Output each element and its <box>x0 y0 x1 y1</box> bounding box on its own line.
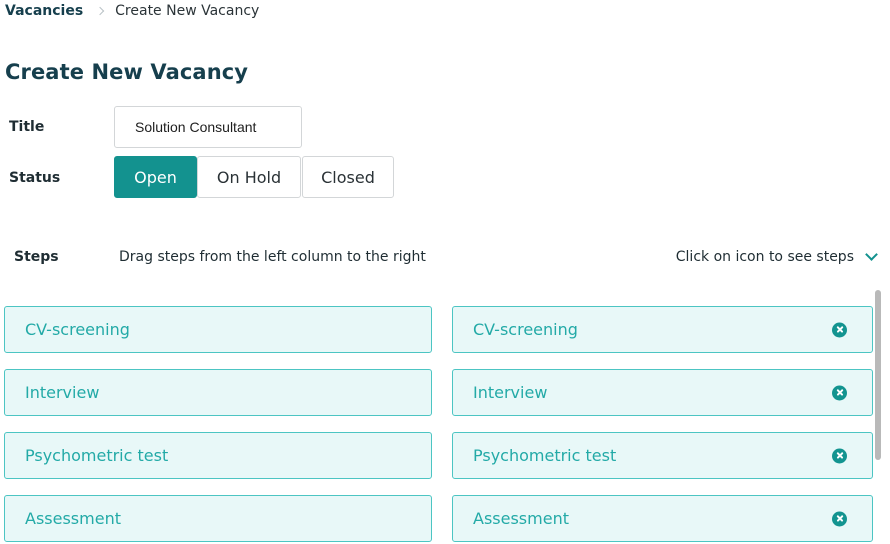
breadcrumb: Vacancies Create New Vacancy <box>5 2 259 20</box>
selected-step[interactable]: Assessment <box>452 495 873 542</box>
status-closed-button[interactable]: Closed <box>302 156 394 198</box>
close-circle-icon[interactable] <box>832 322 847 337</box>
step-label: Psychometric test <box>473 446 617 465</box>
step-label: Psychometric test <box>25 446 169 465</box>
chevron-right-icon <box>95 6 105 16</box>
steps-hint: Drag steps from the left column to the r… <box>119 249 426 265</box>
step-label: Interview <box>473 383 548 402</box>
breadcrumb-current: Create New Vacancy <box>115 3 260 19</box>
step-label: CV-screening <box>473 320 578 339</box>
selected-step[interactable]: CV-screening <box>452 306 873 353</box>
title-input[interactable] <box>114 106 302 148</box>
selected-step[interactable]: Psychometric test <box>452 432 873 479</box>
vertical-scrollbar[interactable] <box>875 290 881 460</box>
steps-label: Steps <box>14 249 59 265</box>
available-step[interactable]: CV-screening <box>4 306 432 353</box>
step-label: CV-screening <box>25 320 130 339</box>
selected-step[interactable]: Interview <box>452 369 873 416</box>
step-label: Assessment <box>25 509 121 528</box>
step-label: Assessment <box>473 509 569 528</box>
selected-steps-column: CV-screening Interview Psychometric test… <box>452 306 873 544</box>
available-step[interactable]: Psychometric test <box>4 432 432 479</box>
steps-toggle-label: Click on icon to see steps <box>675 249 854 265</box>
available-steps-column: CV-screening Interview Psychometric test… <box>4 306 432 544</box>
title-label: Title <box>9 119 45 135</box>
steps-toggle[interactable]: Click on icon to see steps <box>675 247 878 265</box>
status-toggle-group: Open On Hold Closed <box>114 156 394 198</box>
step-label: Interview <box>25 383 100 402</box>
status-on-hold-button[interactable]: On Hold <box>197 156 301 198</box>
status-open-button[interactable]: Open <box>114 156 197 198</box>
close-circle-icon[interactable] <box>832 448 847 463</box>
chevron-down-icon[interactable] <box>865 247 878 261</box>
available-step[interactable]: Assessment <box>4 495 432 542</box>
available-step[interactable]: Interview <box>4 369 432 416</box>
page-title: Create New Vacancy <box>5 60 249 84</box>
status-label: Status <box>9 170 61 186</box>
close-circle-icon[interactable] <box>832 385 847 400</box>
close-circle-icon[interactable] <box>832 511 847 526</box>
breadcrumb-vacancies-link[interactable]: Vacancies <box>5 3 83 19</box>
